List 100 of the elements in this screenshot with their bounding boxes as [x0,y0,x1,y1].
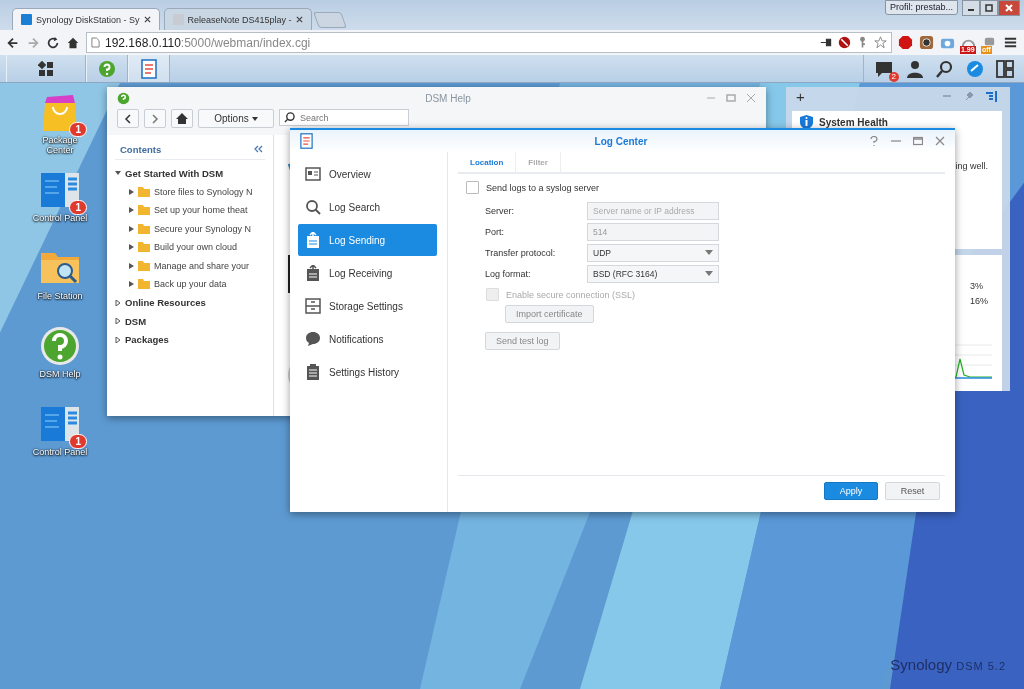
site-icon [21,14,32,25]
apps-icon [38,60,54,77]
browser-tab[interactable]: ReleaseNote DS415play - [163,8,312,30]
reset-button[interactable]: Reset [885,482,940,500]
help-app-button[interactable] [86,55,128,82]
dashboard-icon[interactable] [966,59,984,78]
options-button[interactable]: Options [198,109,274,128]
nav-item[interactable]: Log Search [298,191,437,223]
nav-item[interactable]: Overview [298,158,437,190]
close-icon[interactable] [143,16,151,23]
home-button[interactable] [171,109,193,128]
caret-icon [705,250,713,255]
minimize-button[interactable] [962,0,980,16]
search-icon[interactable] [936,59,954,78]
close-button[interactable] [998,0,1020,16]
chat-icon[interactable] [874,59,894,78]
usage-reading: 3% [970,281,984,291]
tree-item[interactable]: Get Started With DSM [115,164,265,183]
stop-sign-icon[interactable] [898,35,913,50]
help-icon[interactable] [869,136,879,146]
desktop-shortcut[interactable]: 1 Package Center [20,91,100,155]
blocked-icon[interactable] [838,36,851,49]
dropdown[interactable]: UDP [587,243,719,262]
maximize-icon[interactable] [726,93,736,103]
profile-button[interactable]: Profil: prestab... [884,0,958,15]
tree-item[interactable]: Back up your data [115,275,265,294]
field-label: Port: [485,226,505,237]
nav-item[interactable]: Storage Settings [298,290,437,322]
tree-item[interactable]: Online Resources [115,293,265,312]
nav-item[interactable]: Notifications [298,323,437,355]
back-button[interactable] [117,109,139,128]
nav-item[interactable]: Settings History [298,356,437,388]
drawer-icon [305,298,321,314]
notification-badge: 1 [69,200,87,215]
field-label: Server: [485,205,515,216]
reload-icon[interactable] [46,35,60,50]
add-widget-button[interactable]: + [796,87,805,105]
tree-item[interactable]: Packages [115,330,265,349]
maximize-icon [984,3,994,13]
address-bar[interactable]: 192.168.0.110:5000/webman/index.cgi [86,32,892,53]
menu-icon[interactable] [1003,35,1018,50]
widget-title: System Health [819,117,888,128]
main-menu-button[interactable] [6,55,86,82]
field-label: Log format: [485,268,532,279]
tab[interactable]: Location [458,152,517,172]
folder-icon [138,260,150,271]
apply-button[interactable]: Apply [824,482,878,500]
caret-icon [251,116,258,121]
pin-icon[interactable] [820,36,833,49]
maximize-button[interactable] [980,0,998,16]
close-icon[interactable] [295,16,303,23]
field-label: Transfer protocol: [485,247,557,258]
back-icon[interactable] [6,35,20,50]
star-icon[interactable] [874,36,887,49]
desktop-shortcut[interactable]: 1 Control Panel [20,403,100,467]
log-center-app-button[interactable] [128,55,170,82]
desktop-shortcut[interactable]: 1 Control Panel [20,169,100,233]
checkbox[interactable] [466,181,479,194]
tree-item[interactable]: Build your own cloud [115,238,265,257]
tree-item[interactable]: Set up your home theat [115,201,265,220]
panel-toggle-icon[interactable] [986,90,998,102]
tree-item[interactable]: DSM [115,312,265,331]
nav-item[interactable]: Log Receiving [298,257,437,289]
notification-badge: 1 [69,434,87,449]
tree-item[interactable]: Manage and share your [115,256,265,275]
close-icon[interactable] [935,136,945,146]
document-upload-icon [305,232,321,248]
collapsed-arrow-icon [129,244,134,251]
user-icon[interactable] [906,59,924,78]
folder-icon [138,205,150,216]
folder-icon [138,242,150,253]
log-icon [141,58,157,79]
forward-button[interactable] [144,109,166,128]
page-icon [91,37,100,48]
collapsed-arrow-icon [115,336,121,343]
dropdown[interactable]: BSD (RFC 3164) [587,264,719,283]
product-logo: Synology DSM 5.2 [890,656,1006,673]
contents-heading: Contents [120,143,162,155]
maximize-icon[interactable] [913,136,923,146]
window-title: Log Center [594,135,648,147]
close-icon [1004,3,1014,13]
collapsed-arrow-icon [115,299,121,306]
home-icon[interactable] [66,35,80,50]
tree-item[interactable]: Secure your Synology N [115,219,265,238]
browser-tab[interactable]: Synology DiskStation - Sy [12,8,160,30]
folder-icon [138,223,150,234]
collapse-icon[interactable] [253,145,263,153]
widgets-icon[interactable] [996,59,1014,78]
search-field[interactable]: Search [279,109,409,126]
window-title: DSM Help [425,92,471,104]
forward-icon[interactable] [26,35,40,50]
collapsed-arrow-icon [129,262,134,269]
tree-item[interactable]: Store files to Synology N [115,182,265,201]
nav-item[interactable]: Log Sending [298,224,437,256]
collapsed-arrow-icon [129,188,134,195]
folder-icon [138,279,150,290]
help-icon [98,59,116,78]
overview-icon [305,166,321,182]
search-icon [284,112,295,123]
camera-icon[interactable] [919,35,934,50]
